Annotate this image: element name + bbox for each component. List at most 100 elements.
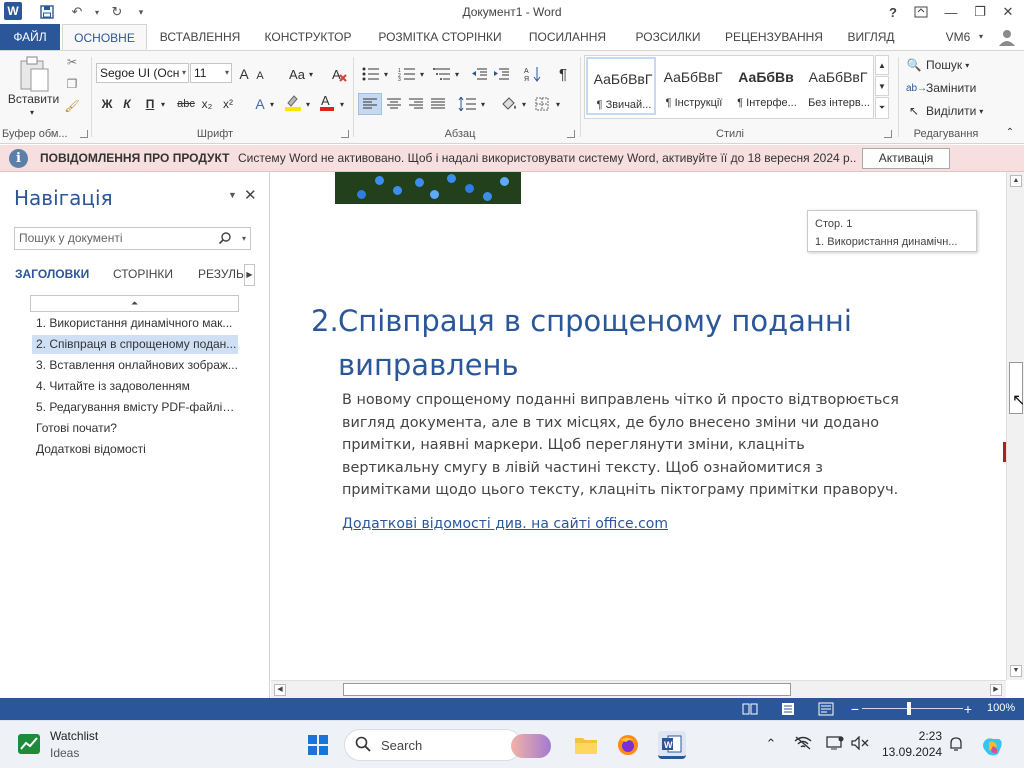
nav-heading-item[interactable]: Готові почати? <box>32 419 238 438</box>
file-explorer-icon[interactable] <box>572 731 600 759</box>
nav-heading-item[interactable]: 3. Вставлення онлайнових зображ... <box>32 356 238 375</box>
select-dropdown-icon[interactable]: ▾ <box>979 107 983 116</box>
help-button[interactable]: ? <box>879 0 907 24</box>
styles-scroll-up-icon[interactable]: ▲ <box>875 55 889 75</box>
strikethrough-button[interactable]: abc <box>175 93 197 115</box>
widget-title[interactable]: Watchlist <box>50 729 98 743</box>
shrink-font-icon[interactable]: A <box>253 65 267 87</box>
taskbar-search-input[interactable]: Search <box>344 729 551 761</box>
bullets-icon[interactable] <box>360 63 382 85</box>
pane-options-icon[interactable]: ▼ <box>228 190 237 200</box>
scroll-left-icon[interactable]: ◀ <box>274 684 286 696</box>
scroll-right-icon[interactable]: ▶ <box>990 684 1002 696</box>
zoom-slider-track[interactable] <box>862 708 963 709</box>
sort-icon[interactable]: AЯ <box>522 63 544 85</box>
style-instructions[interactable]: АаБбВвГ ¶ Інструкції <box>658 57 728 115</box>
customize-toolbar-icon[interactable]: ▾ <box>130 2 152 22</box>
tab-pages[interactable]: СТОРІНКИ <box>113 267 173 281</box>
collapse-all-icon[interactable]: ⏶ <box>30 295 239 312</box>
system-clock[interactable]: 2:23 13.09.2024 <box>882 728 942 760</box>
undo-icon[interactable]: ↶ <box>66 2 88 22</box>
show-formatting-icon[interactable]: ¶ <box>554 63 572 85</box>
tab-references[interactable]: ПОСИЛАННЯ <box>521 24 614 50</box>
nav-heading-item[interactable]: 2. Співпраця в спрощеному подан... <box>32 335 238 354</box>
styles-more-icon[interactable]: ⏷ <box>875 97 889 119</box>
web-layout-icon[interactable] <box>816 700 836 718</box>
align-left-icon[interactable] <box>358 93 382 115</box>
underline-dropdown-icon[interactable]: ▾ <box>158 93 168 115</box>
zoom-in-icon[interactable]: + <box>958 700 978 718</box>
numbering-dropdown-icon[interactable]: ▾ <box>417 63 427 85</box>
scroll-up-icon[interactable]: ▲ <box>1010 175 1022 187</box>
office-link[interactable]: Додаткові відомості див. на сайті office… <box>342 516 668 532</box>
ribbon-display-options-icon[interactable] <box>907 0 935 24</box>
font-size-box[interactable]: 11 ▾ <box>190 63 232 83</box>
redo-icon[interactable]: ↻ <box>106 2 128 22</box>
tab-file[interactable]: ФАЙЛ <box>0 24 60 50</box>
align-center-icon[interactable] <box>384 93 404 115</box>
watchlist-widget-icon[interactable] <box>18 734 40 754</box>
shading-dropdown-icon[interactable]: ▾ <box>519 93 529 115</box>
style-normal[interactable]: АаБбВвГ ¶ Звичай... <box>586 57 656 115</box>
vertical-scrollbar[interactable]: ▲ ▼ <box>1003 172 1024 680</box>
zoom-level[interactable]: 100% <box>987 702 1015 714</box>
grow-font-icon[interactable]: A <box>236 63 252 85</box>
scroll-down-icon[interactable]: ▼ <box>1010 665 1022 677</box>
format-painter-icon[interactable]: 🖌 <box>64 98 80 114</box>
document-heading[interactable]: 2. Співпраця в спрощеному поданні виправ… <box>311 299 871 387</box>
text-effects-icon[interactable]: A <box>252 93 268 115</box>
shading-icon[interactable] <box>498 93 520 115</box>
bullets-dropdown-icon[interactable]: ▾ <box>381 63 391 85</box>
firefox-icon[interactable] <box>614 731 642 759</box>
increase-indent-icon[interactable] <box>492 63 512 85</box>
horizontal-scroll-thumb[interactable] <box>343 683 791 696</box>
font-name-box[interactable]: Segoe UI (Осн ▾ <box>96 63 189 83</box>
replace-button[interactable]: ab→ Замінити <box>906 78 976 98</box>
read-mode-icon[interactable] <box>740 700 760 718</box>
search-dropdown-icon[interactable]: ▾ <box>242 228 246 249</box>
print-layout-icon[interactable] <box>778 700 798 718</box>
multilevel-dropdown-icon[interactable]: ▾ <box>452 63 462 85</box>
styles-scroll-down-icon[interactable]: ▼ <box>875 76 889 96</box>
collapse-ribbon-icon[interactable]: ⌃ <box>1002 125 1018 139</box>
text-effects-dropdown-icon[interactable]: ▾ <box>267 93 277 115</box>
paragraph-launcher-icon[interactable] <box>567 130 575 138</box>
italic-button[interactable]: К <box>120 93 134 115</box>
underline-button[interactable]: П <box>143 93 157 115</box>
word-logo-icon[interactable]: W <box>4 2 22 20</box>
flower-image[interactable] <box>335 172 521 204</box>
style-no-spacing[interactable]: АаБбВвГ Без інтерв... <box>803 57 873 115</box>
clear-formatting-icon[interactable]: A <box>330 63 350 85</box>
user-account[interactable]: VM6 <box>938 24 978 50</box>
document-search-input[interactable]: Пошук у документі ▾ <box>14 227 251 250</box>
copilot-icon[interactable] <box>980 736 1006 761</box>
nav-heading-item[interactable]: 4. Читайте із задоволенням <box>32 377 238 396</box>
save-icon[interactable] <box>36 2 58 22</box>
tab-headings[interactable]: ЗАГОЛОВКИ <box>15 267 89 281</box>
line-spacing-icon[interactable] <box>456 93 478 115</box>
styles-launcher-icon[interactable] <box>884 130 892 138</box>
numbering-icon[interactable]: 123 <box>396 63 418 85</box>
word-taskbar-icon[interactable]: W <box>658 731 686 759</box>
clipboard-launcher-icon[interactable] <box>80 130 88 138</box>
font-size-dropdown-icon[interactable]: ▾ <box>225 64 229 82</box>
nav-heading-item[interactable]: Додаткові відомості <box>32 440 238 459</box>
notifications-bell-icon[interactable] <box>946 736 966 755</box>
tab-insert[interactable]: ВСТАВЛЕННЯ <box>155 24 245 50</box>
change-case-dropdown-icon[interactable]: ▾ <box>306 63 316 85</box>
paste-button[interactable]: Вставити <box>6 91 61 107</box>
paste-dropdown-icon[interactable]: ▾ <box>24 107 40 117</box>
activate-button[interactable]: Активація <box>862 148 950 169</box>
volume-muted-icon[interactable] <box>850 735 870 753</box>
close-pane-icon[interactable]: ✕ <box>244 186 257 204</box>
borders-dropdown-icon[interactable]: ▾ <box>553 93 563 115</box>
subscript-button[interactable]: x₂ <box>198 93 216 115</box>
tab-home[interactable]: ОСНОВНЕ <box>62 24 147 50</box>
cut-icon[interactable]: ✂ <box>64 54 80 70</box>
multilevel-list-icon[interactable] <box>431 63 453 85</box>
user-avatar-icon[interactable] <box>994 24 1020 50</box>
superscript-button[interactable]: x² <box>219 93 237 115</box>
highlight-dropdown-icon[interactable]: ▾ <box>303 93 313 115</box>
bold-button[interactable]: Ж <box>100 93 114 115</box>
tabs-scroll-right-icon[interactable]: ▶ <box>244 264 255 286</box>
